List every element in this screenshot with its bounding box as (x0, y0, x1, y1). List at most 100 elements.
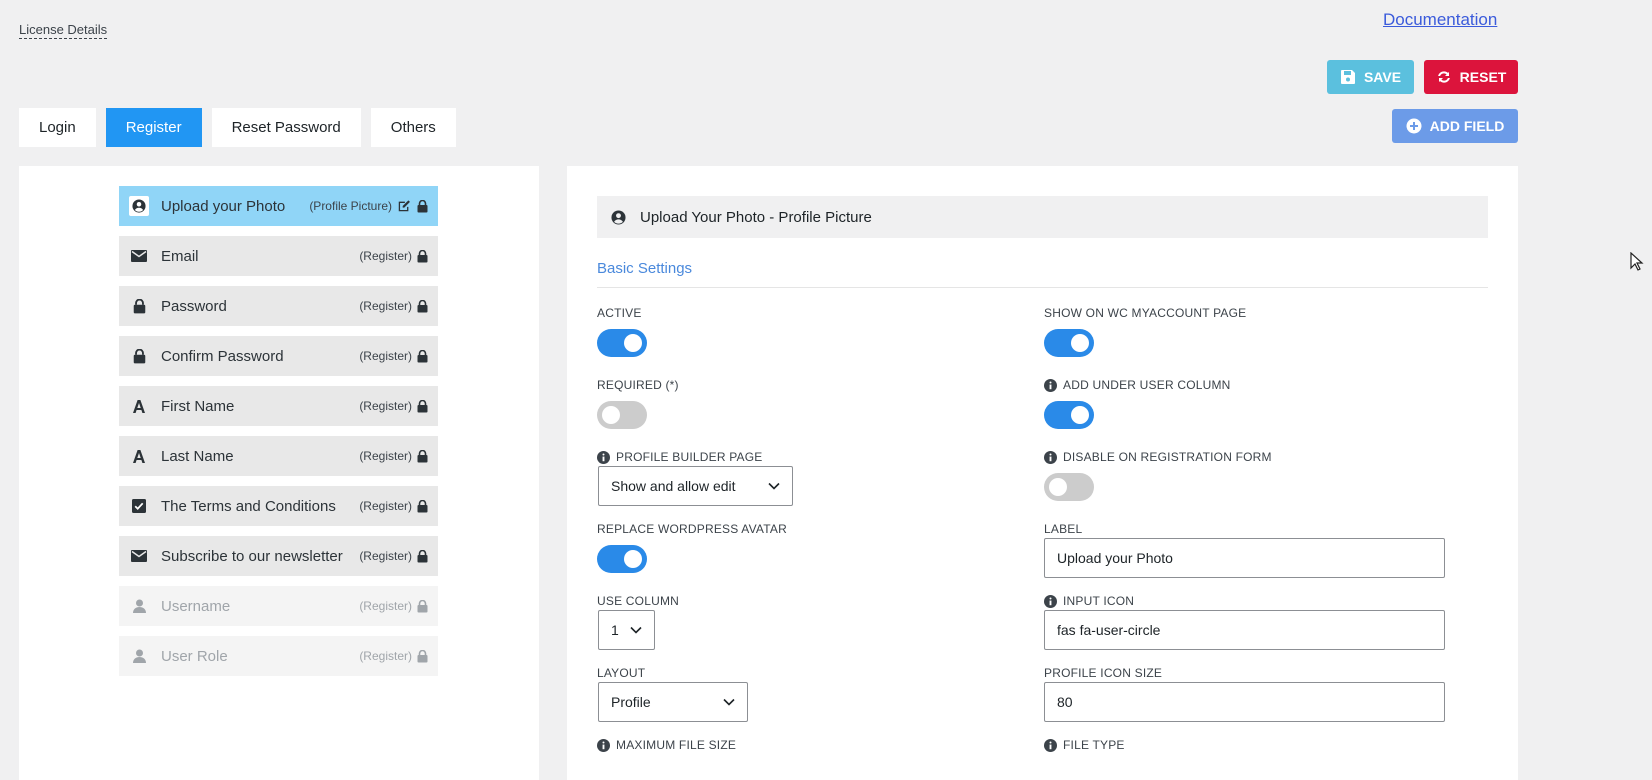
save-button-label: SAVE (1363, 69, 1402, 85)
add-user-column-label: ADD UNDER USER COLUMN (1044, 378, 1231, 392)
field-item-terms[interactable]: The Terms and Conditions (Register) (119, 486, 438, 526)
replace-avatar-label: REPLACE WORDPRESS AVATAR (597, 522, 787, 536)
field-item-password[interactable]: Password (Register) (119, 286, 438, 326)
disable-registration-toggle[interactable] (1044, 473, 1094, 501)
profile-icon-size-input[interactable]: 80 (1044, 682, 1445, 722)
field-item-label: Email (161, 247, 199, 265)
input-icon-value: fas fa-user-circle (1057, 622, 1161, 638)
reset-button[interactable]: RESET (1424, 60, 1518, 94)
add-user-column-label-text: ADD UNDER USER COLUMN (1063, 378, 1231, 392)
tab-reset-password[interactable]: Reset Password (211, 108, 361, 147)
chevron-down-icon (768, 482, 780, 490)
info-icon (1044, 738, 1057, 752)
sync-icon (1437, 71, 1450, 83)
input-icon-label-text: INPUT ICON (1063, 594, 1135, 608)
tab-others[interactable]: Others (370, 108, 456, 147)
field-item-tag: (Register) (359, 449, 412, 463)
lock-icon (417, 549, 428, 563)
info-icon (1044, 378, 1057, 392)
settings-title: Upload Your Photo - Profile Picture (640, 208, 872, 226)
use-column-label-text: USE COLUMN (597, 594, 680, 608)
field-item-tag: (Register) (359, 549, 412, 563)
add-field-button-label: ADD FIELD (1429, 118, 1505, 134)
form-tabs: Login Register Reset Password Others (19, 108, 456, 147)
field-settings-panel: Upload Your Photo - Profile Picture Basi… (567, 166, 1518, 780)
user-circle-icon (611, 209, 626, 225)
field-item-label: Confirm Password (161, 347, 284, 365)
info-icon (1044, 594, 1057, 608)
field-item-label: Password (161, 297, 227, 315)
file-type-label-text: FILE TYPE (1063, 738, 1125, 752)
lock-icon (417, 199, 428, 213)
input-icon-label: INPUT ICON (1044, 594, 1134, 608)
lock-icon (417, 249, 428, 263)
required-label-text: REQUIRED (*) (597, 378, 679, 392)
show-wc-label: SHOW ON WC MYACCOUNT PAGE (1044, 306, 1246, 320)
input-icon-input[interactable]: fas fa-user-circle (1044, 610, 1445, 650)
info-icon (597, 450, 610, 464)
disable-registration-label-text: DISABLE ON REGISTRATION FORM (1063, 450, 1272, 464)
field-list: Upload your Photo (Profile Picture) Emai… (119, 186, 438, 686)
profile-builder-page-select[interactable]: Show and allow edit (598, 466, 793, 506)
field-item-last-name[interactable]: Last Name (Register) (119, 436, 438, 476)
floppy-disk-icon (1340, 70, 1355, 84)
lock-icon (129, 346, 149, 366)
profile-icon-size-value: 80 (1057, 694, 1073, 710)
field-item-first-name[interactable]: First Name (Register) (119, 386, 438, 426)
required-label: REQUIRED (*) (597, 378, 679, 392)
user-circle-icon (129, 196, 149, 216)
field-item-newsletter[interactable]: Subscribe to our newsletter (Register) (119, 536, 438, 576)
edit-icon[interactable] (397, 199, 411, 213)
label-input-value: Upload your Photo (1057, 550, 1173, 566)
lock-icon (417, 499, 428, 513)
profile-builder-page-label-text: PROFILE BUILDER PAGE (616, 450, 763, 464)
label-field-label: LABEL (1044, 522, 1082, 536)
lock-icon (417, 599, 428, 613)
user-icon (129, 646, 149, 666)
field-item-username[interactable]: Username (Register) (119, 586, 438, 626)
lock-icon (417, 449, 428, 463)
tab-register[interactable]: Register (105, 108, 202, 147)
active-label-text: ACTIVE (597, 306, 642, 320)
add-user-column-toggle[interactable] (1044, 401, 1094, 429)
envelope-icon (129, 246, 149, 266)
lock-icon (417, 349, 428, 363)
field-item-label: Last Name (161, 447, 234, 465)
field-item-upload-photo[interactable]: Upload your Photo (Profile Picture) (119, 186, 438, 226)
info-icon (1044, 450, 1057, 464)
active-toggle[interactable] (597, 329, 647, 357)
documentation-link[interactable]: Documentation (1383, 10, 1497, 30)
use-column-select[interactable]: 1 (598, 610, 655, 650)
layout-label-text: LAYOUT (597, 666, 646, 680)
font-icon (129, 446, 149, 466)
basic-settings-heading: Basic Settings (597, 260, 1488, 288)
max-file-size-label-text: MAXIMUM FILE SIZE (616, 738, 737, 752)
file-type-label: FILE TYPE (1044, 738, 1125, 752)
field-item-email[interactable]: Email (Register) (119, 236, 438, 276)
plus-circle-icon (1406, 118, 1422, 134)
field-item-label: First Name (161, 397, 235, 415)
field-item-tag: (Register) (359, 649, 412, 663)
tab-login[interactable]: Login (19, 108, 96, 147)
max-file-size-label: MAXIMUM FILE SIZE (597, 738, 736, 752)
replace-avatar-toggle[interactable] (597, 545, 647, 573)
disable-registration-label: DISABLE ON REGISTRATION FORM (1044, 450, 1272, 464)
field-item-confirm-password[interactable]: Confirm Password (Register) (119, 336, 438, 376)
active-label: ACTIVE (597, 306, 642, 320)
font-icon (129, 396, 149, 416)
add-field-button[interactable]: ADD FIELD (1392, 109, 1518, 143)
field-item-user-role[interactable]: User Role (Register) (119, 636, 438, 676)
required-toggle[interactable] (597, 401, 647, 429)
layout-select[interactable]: Profile (598, 682, 748, 722)
profile-builder-page-label: PROFILE BUILDER PAGE (597, 450, 762, 464)
label-input[interactable]: Upload your Photo (1044, 538, 1445, 578)
show-wc-toggle[interactable] (1044, 329, 1094, 357)
license-details-link[interactable]: License Details (19, 22, 108, 39)
envelope-icon (129, 546, 149, 566)
field-item-label: Subscribe to our newsletter (161, 547, 343, 565)
save-button[interactable]: SAVE (1327, 60, 1414, 94)
field-item-tag: (Register) (359, 599, 412, 613)
replace-avatar-label-text: REPLACE WORDPRESS AVATAR (597, 522, 787, 536)
field-list-panel: Upload your Photo (Profile Picture) Emai… (19, 166, 539, 780)
field-item-tag: (Register) (359, 499, 412, 513)
